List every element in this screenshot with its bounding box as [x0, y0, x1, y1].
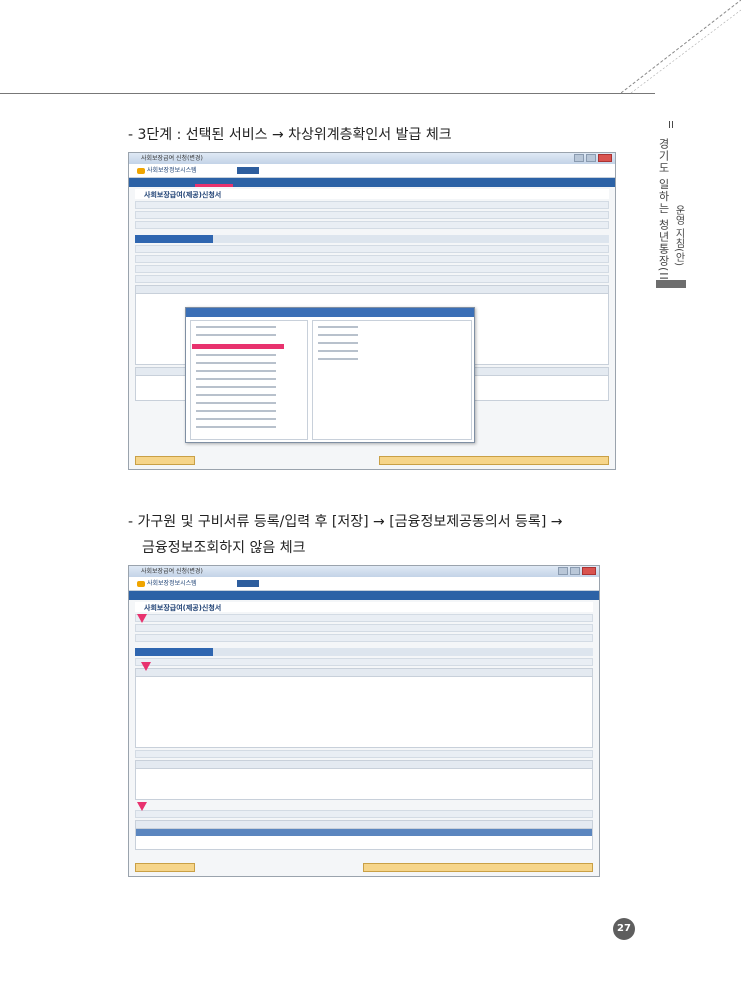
list-item: [196, 402, 276, 404]
app-name: 사회보장정보시스템: [147, 580, 197, 587]
step-marker-icon: [137, 802, 147, 811]
applicant-row: [135, 221, 609, 229]
grid-header: [136, 761, 592, 769]
grid-header: [136, 821, 592, 829]
menu-highlight-marker: [195, 184, 233, 187]
maximize-icon: [570, 567, 580, 575]
list-item: [196, 394, 276, 396]
close-icon: [582, 567, 596, 575]
app-header: 사회보장정보시스템: [129, 577, 599, 591]
form-title-row: 사회보장급여(제공)신청서: [135, 602, 593, 612]
list-item: [318, 358, 358, 360]
document-toolbar: [135, 750, 593, 758]
chapter-subtitle: 운영 지침(안): [673, 205, 684, 266]
main-menu-bar: [129, 591, 599, 600]
list-item: [196, 378, 276, 380]
app-header: 사회보장정보시스템: [129, 164, 615, 178]
list-item: [196, 386, 276, 388]
window-controls: [574, 154, 612, 162]
list-item: [196, 334, 276, 336]
form-title-row: 사회보장급여(제공)신청서: [135, 189, 609, 199]
window-controls: [558, 567, 596, 575]
section-tab-bar: [135, 648, 593, 656]
applicant-row: [135, 614, 593, 622]
grid-header: [136, 286, 608, 294]
applicant-row: [135, 201, 609, 209]
list-item: [318, 350, 358, 352]
form-title: 사회보장급여(제공)신청서: [144, 191, 222, 199]
list-item: [318, 334, 358, 336]
chapter-side-tab: II 경기도 일하는 청년통장(II) 운영 지침(안): [652, 120, 692, 295]
service-row: [135, 265, 609, 273]
step-3-heading: - 3단계 : 선택된 서비스 → 차상위계층확인서 발급 체크: [128, 127, 452, 143]
close-icon: [598, 154, 612, 162]
popup-left-list: [190, 320, 308, 440]
logo-icon: [137, 580, 145, 587]
step-4-heading: - 가구원 및 구비서류 등록/입력 후 [저장] → [금융정보제공동의서 등…: [128, 509, 638, 561]
maximize-icon: [586, 154, 596, 162]
page-number: 27: [613, 918, 635, 940]
step-marker-icon: [137, 614, 147, 623]
screenshot-step-4: 사회보장급여 신청(변경) 사회보장정보시스템 사회보장급여(제공)신청서: [128, 565, 600, 877]
chapter-number: II: [668, 120, 674, 131]
household-grid: [135, 668, 593, 748]
header-rule: [0, 93, 655, 94]
popup-header: [186, 308, 474, 317]
applicant-row: [135, 624, 593, 632]
app-name: 사회보장정보시스템: [147, 167, 197, 174]
action-bar: [135, 863, 593, 872]
list-item: [196, 426, 276, 428]
applicant-row: [135, 211, 609, 219]
document-grid: [135, 760, 593, 800]
left-action-buttons: [135, 863, 195, 872]
step-4-line-1: - 가구원 및 구비서류 등록/입력 후 [저장] → [금융정보제공동의서 등…: [128, 514, 563, 530]
financial-consent-toolbar: [135, 810, 593, 818]
minimize-icon: [558, 567, 568, 575]
list-item: [196, 370, 276, 372]
right-action-buttons: [363, 863, 593, 872]
service-selection-popup: [185, 307, 475, 443]
search-button: [237, 580, 259, 587]
active-tab: [135, 235, 213, 243]
household-toolbar: [135, 658, 593, 666]
window-title-bar: 사회보장급여 신청(변경): [129, 153, 615, 164]
selected-item-highlight: [192, 344, 284, 349]
grid-header: [136, 669, 592, 677]
action-bar: [135, 456, 609, 465]
list-item: [196, 410, 276, 412]
form-title: 사회보장급여(제공)신청서: [144, 604, 222, 612]
main-menu-bar: [129, 178, 615, 187]
list-item: [196, 326, 276, 328]
popup-right-list: [312, 320, 472, 440]
selected-row: [136, 829, 592, 836]
window-title-bar: 사회보장급여 신청(변경): [129, 566, 599, 577]
list-item: [318, 326, 358, 328]
applicant-row: [135, 634, 593, 642]
service-row: [135, 275, 609, 283]
list-item: [196, 354, 276, 356]
chapter-title: 경기도 일하는 청년통장(II): [657, 138, 670, 287]
active-tab: [135, 648, 213, 656]
financial-consent-grid: [135, 820, 593, 850]
step-4-line-2: 금융정보조회하지 않음 체크: [142, 540, 306, 556]
window-title: 사회보장급여 신청(변경): [141, 568, 203, 575]
minimize-icon: [574, 154, 584, 162]
left-action-buttons: [135, 456, 195, 465]
header-diagonal-decoration: [621, 0, 741, 94]
window-title: 사회보장급여 신청(변경): [141, 155, 203, 162]
right-action-buttons: [379, 456, 609, 465]
chapter-tab-bar: [656, 280, 686, 288]
detail-row: [135, 245, 609, 253]
step-marker-icon: [141, 662, 151, 671]
list-item: [318, 342, 358, 344]
list-item: [196, 418, 276, 420]
section-tab-bar: [135, 235, 609, 243]
list-item: [196, 362, 276, 364]
detail-row: [135, 255, 609, 263]
logo-icon: [137, 167, 145, 174]
search-button: [237, 167, 259, 174]
screenshot-step-3: 사회보장급여 신청(변경) 사회보장정보시스템 사회보장급여(제공)신청서: [128, 152, 616, 470]
